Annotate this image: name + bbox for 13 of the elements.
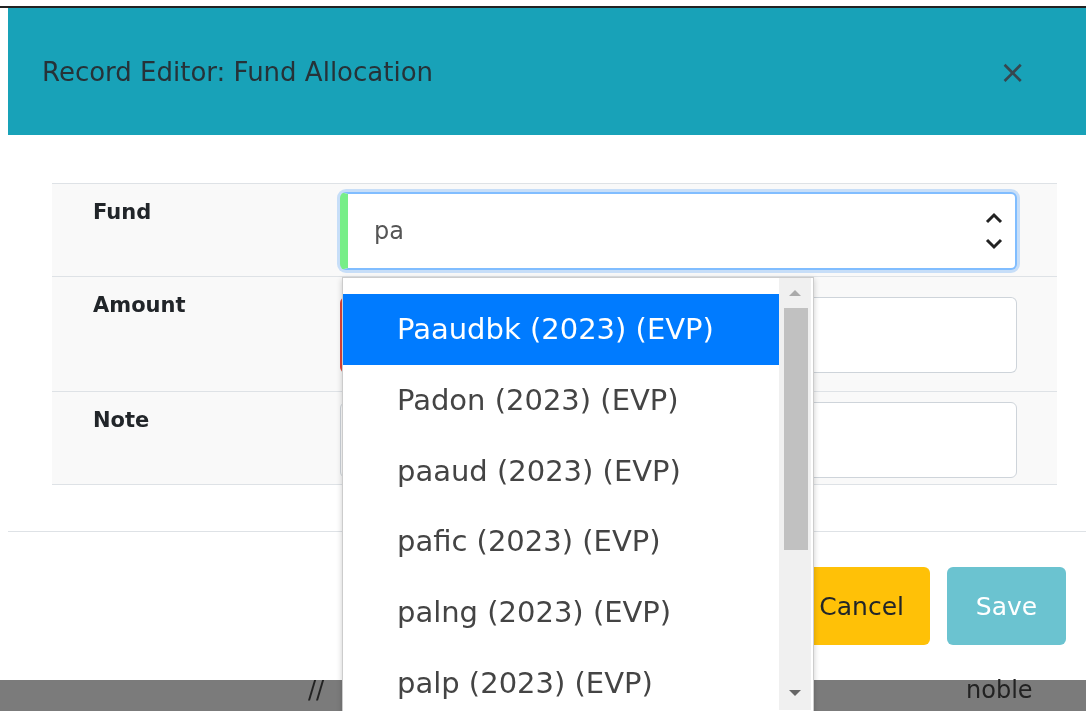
background-text: // [308, 676, 325, 704]
dropdown-option[interactable]: Padon (2023) (EVP) [343, 364, 779, 436]
dropdown-option[interactable]: paaud (2023) (EVP) [343, 435, 779, 506]
field-label: Note [92, 407, 151, 432]
background-text: noble [966, 676, 1033, 704]
field-label: Amount [92, 292, 187, 317]
dropdown-option[interactable]: palp (2023) (EVP) [343, 647, 779, 711]
dialog-title: Record Editor: Fund Allocation [42, 56, 435, 87]
dropdown-option[interactable]: pafic (2023) (EVP) [343, 506, 779, 577]
fund-select[interactable]: pa [340, 192, 1017, 270]
field-label: Fund [92, 199, 153, 224]
dropdown-option[interactable]: palng (2023) (EVP) [343, 576, 779, 648]
dropdown-option[interactable]: Paaudbk (2023) (EVP) [343, 294, 779, 365]
